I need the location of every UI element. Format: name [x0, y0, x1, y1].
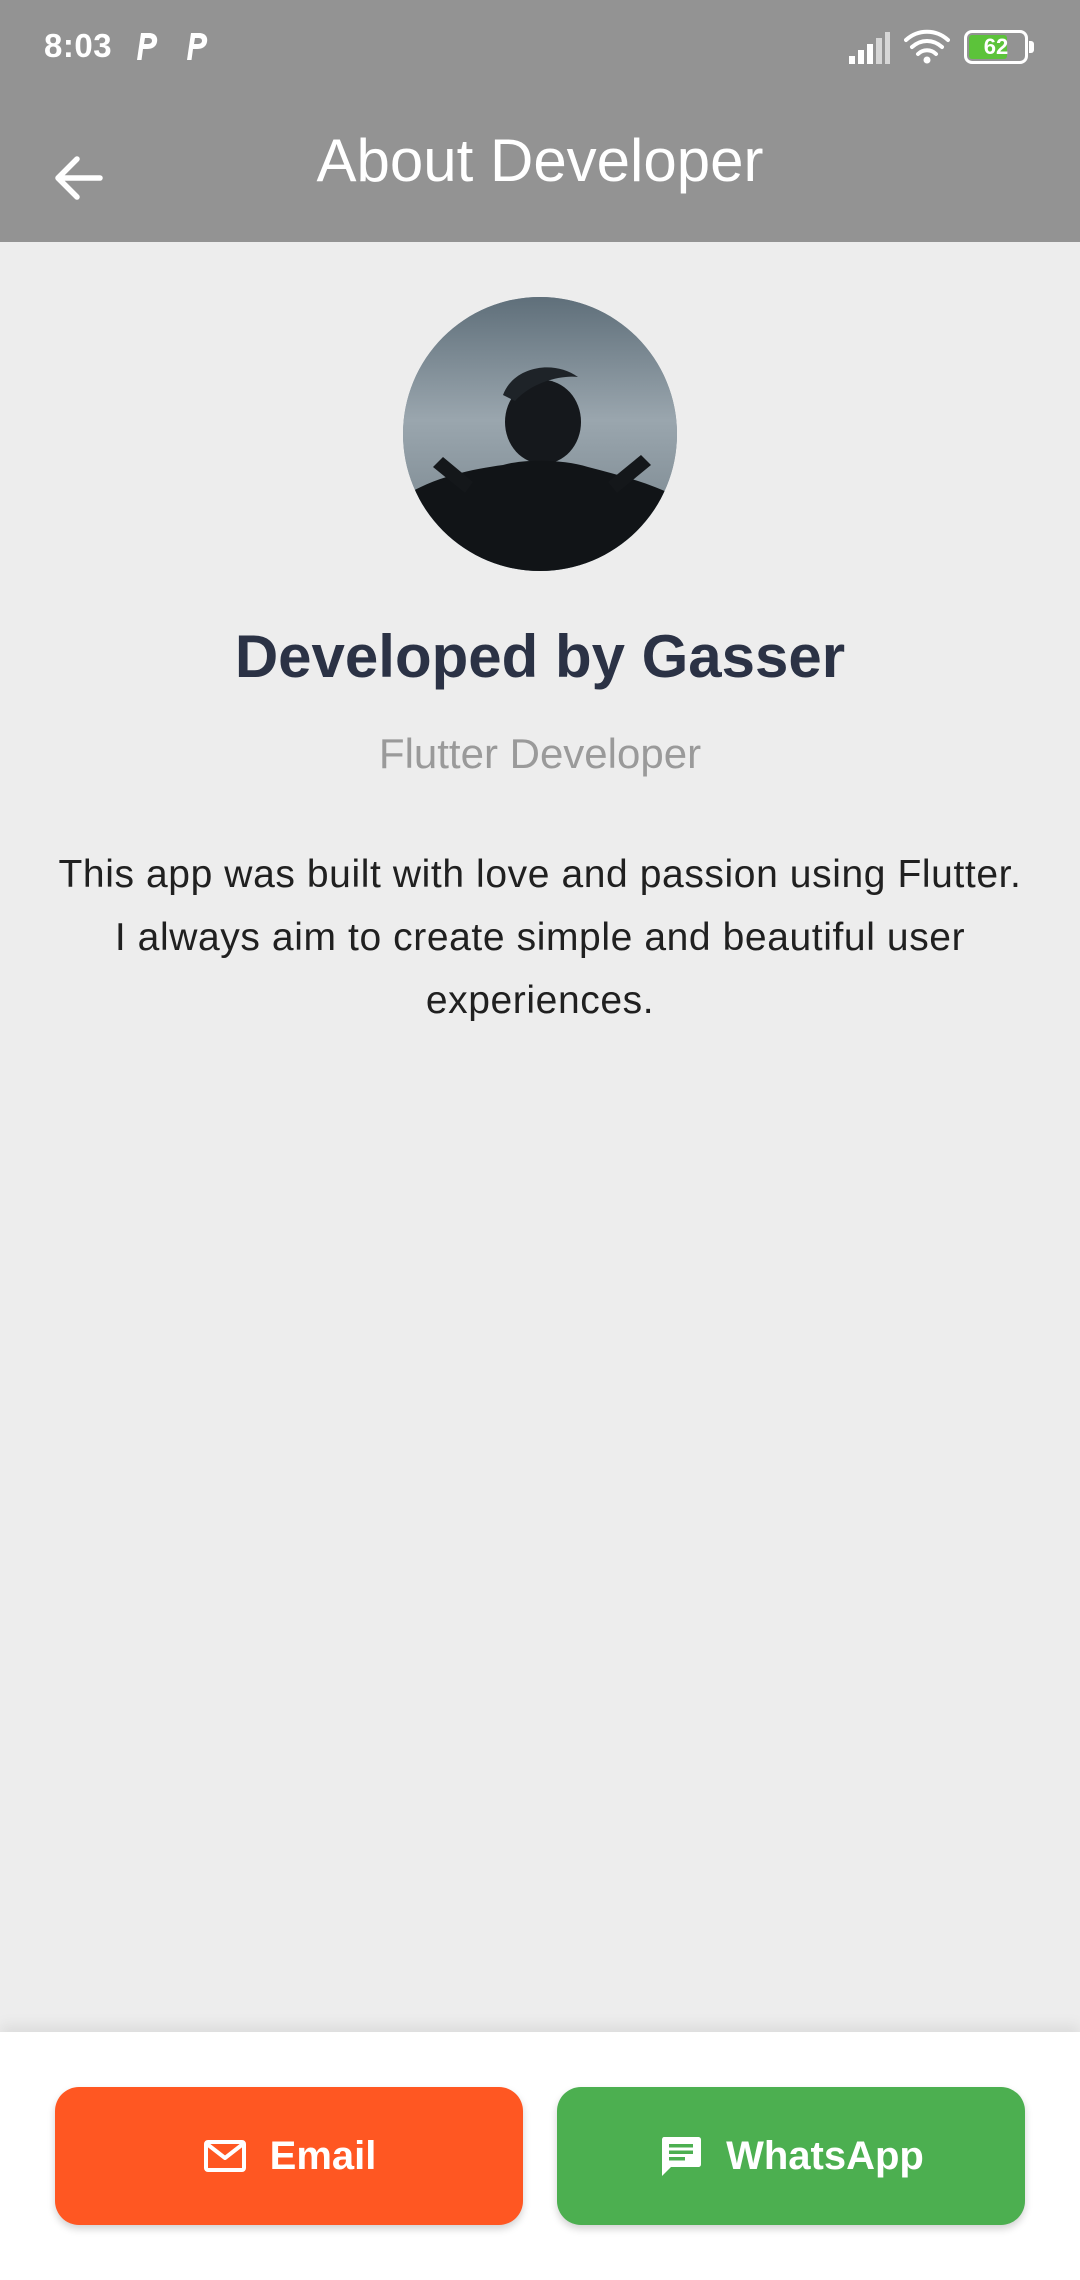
avatar: [403, 297, 677, 571]
parking-p-icon: [137, 33, 158, 60]
top-bar: 8:03 62 About Developer: [0, 0, 1080, 242]
wifi-icon: [904, 29, 950, 64]
email-button[interactable]: Email: [55, 2087, 523, 2225]
battery-level: 62: [983, 34, 1009, 59]
about-developer-screen: 8:03 62 About Developer Developed by Gas…: [0, 0, 1080, 2280]
cell-signal-icon: [849, 32, 890, 64]
contact-action-bar: Email WhatsApp: [0, 2032, 1080, 2280]
status-time: 8:03: [44, 27, 113, 64]
developer-photo: [403, 297, 677, 571]
whatsapp-button-label: WhatsApp: [726, 2133, 924, 2178]
battery-icon: 62: [964, 30, 1034, 64]
email-button-label: Email: [269, 2133, 377, 2178]
developer-bio: This app was built with love and passion…: [58, 853, 1022, 1022]
battery-nub: [1029, 41, 1034, 53]
chat-icon: [662, 2137, 702, 2176]
parking-p-icon: [187, 33, 208, 60]
developer-name: Developed by Gasser: [234, 623, 846, 690]
status-bar: 8:03 62: [0, 0, 1080, 96]
app-bar: About Developer: [0, 96, 1080, 242]
mail-icon: [203, 2140, 246, 2172]
developer-role: Flutter Developer: [378, 730, 702, 777]
whatsapp-button[interactable]: WhatsApp: [557, 2087, 1025, 2225]
page-title: About Developer: [316, 127, 764, 194]
